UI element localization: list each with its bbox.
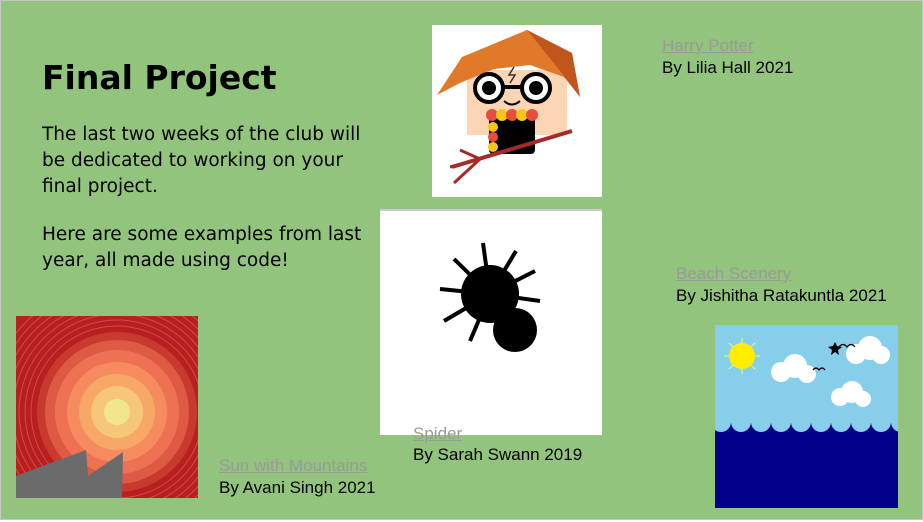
harry-potter-byline: By Lilia Hall 2021 (662, 58, 794, 77)
sun-with-mountains-link[interactable]: Sun with Mountains (219, 456, 367, 476)
harry-potter-image[interactable] (432, 25, 602, 197)
spider-byline: By Sarah Swann 2019 (413, 445, 583, 464)
slide: Final Project The last two weeks of the … (0, 0, 923, 520)
sun-with-mountains-image[interactable] (16, 316, 198, 498)
beach-scenery-byline: By Jishitha Ratakuntla 2021 (676, 286, 887, 305)
sun-with-mountains-byline: By Avani Singh 2021 (219, 478, 376, 497)
examples-paragraph: Here are some examples from last year, a… (42, 224, 362, 271)
spider-image[interactable] (380, 209, 602, 435)
harry-potter-link[interactable]: Harry Potter (662, 36, 754, 56)
beach-scenery-link[interactable]: Beach Scenery (676, 264, 791, 284)
intro-paragraph: The last two weeks of the club will be d… (42, 124, 361, 197)
beach-scenery-image[interactable] (715, 325, 898, 508)
slide-title: Final Project (42, 58, 277, 97)
spider-link[interactable]: Spider (413, 424, 462, 444)
